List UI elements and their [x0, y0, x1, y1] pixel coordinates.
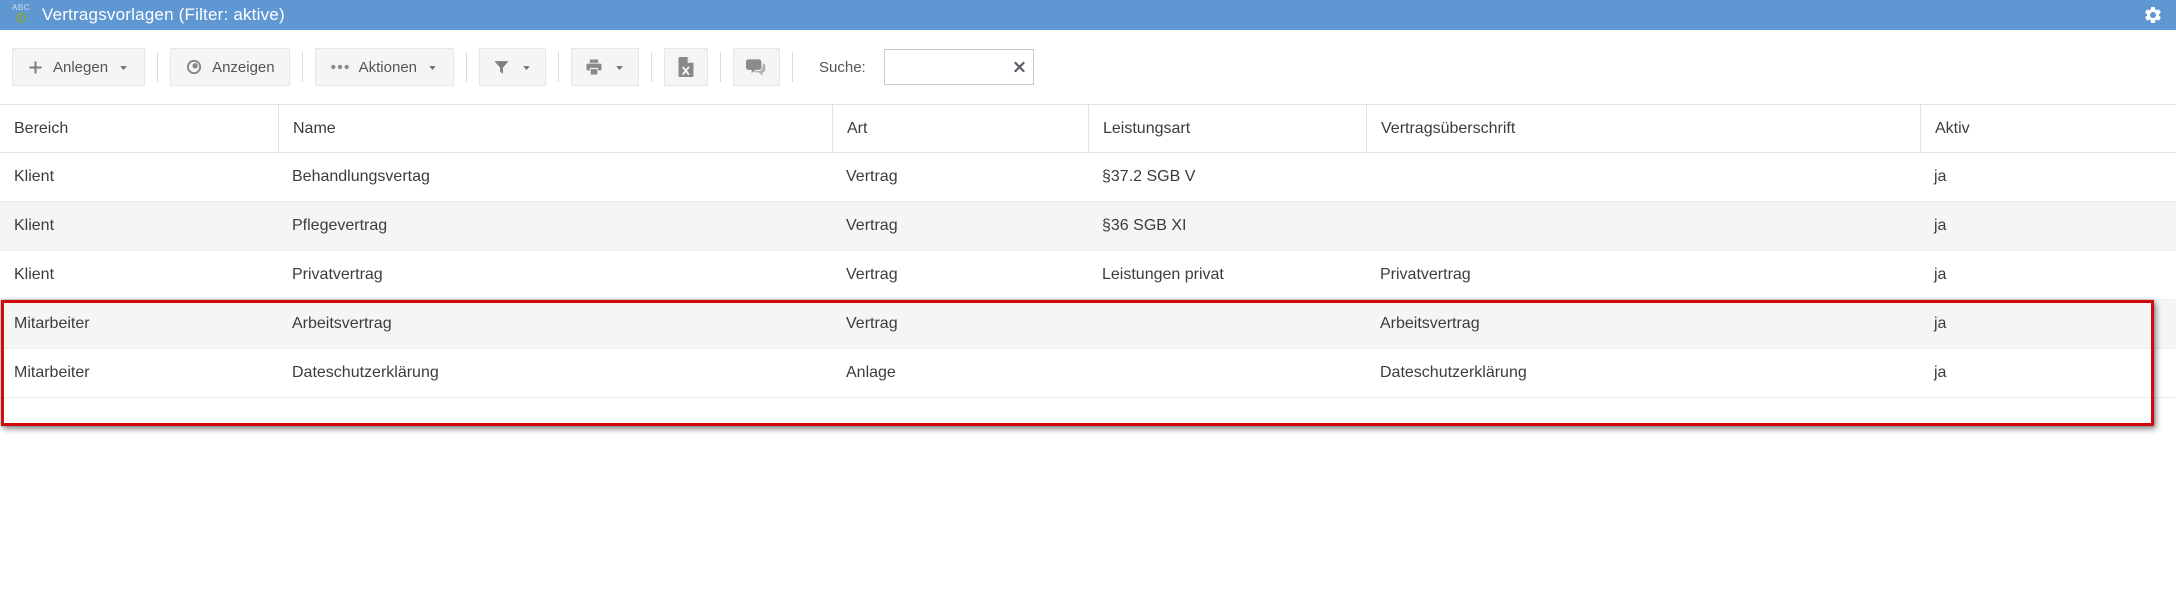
toolbar: Anlegen Anzeigen Aktionen Suche: — [0, 30, 2176, 104]
cell-art: Vertrag — [846, 217, 898, 234]
anzeigen-button[interactable]: Anzeigen — [170, 48, 290, 86]
table-row[interactable]: Klient Pflegevertrag Vertrag §36 SGB XI … — [0, 202, 2176, 251]
table-row[interactable]: Mitarbeiter Arbeitsvertrag Vertrag Arbei… — [0, 300, 2176, 349]
column-header-leistungsart[interactable]: Leistungsart — [1088, 105, 1366, 152]
column-header-vertragsueberschrift[interactable]: Vertragsüberschrift — [1366, 105, 1920, 152]
toolbar-divider — [792, 52, 793, 82]
cell-vertragsueberschrift — [1366, 202, 1920, 250]
filter-funnel-icon — [492, 58, 511, 77]
toolbar-divider — [558, 52, 559, 82]
cell-bereich: Klient — [14, 217, 55, 234]
toolbar-divider — [157, 52, 159, 82]
cell-aktiv: ja — [1934, 217, 1947, 234]
cell-leistungsart: §37.2 SGB V — [1102, 168, 1196, 185]
title-bar: ABC ⚙ Vertragsvorlagen (Filter: aktive) — [0, 0, 2176, 30]
column-header-name[interactable]: Name — [278, 105, 832, 152]
anlegen-button[interactable]: Anlegen — [12, 48, 146, 86]
print-button[interactable] — [571, 48, 639, 86]
cell-name: Arbeitsvertrag — [292, 315, 392, 332]
chevron-down-icon — [520, 61, 533, 74]
cell-aktiv: ja — [1934, 315, 1947, 332]
cell-art: Anlage — [846, 364, 896, 381]
excel-file-icon — [677, 57, 695, 77]
aktionen-label: Aktionen — [358, 58, 417, 76]
cell-aktiv: ja — [1934, 364, 1947, 381]
settings-gear-icon[interactable] — [2142, 4, 2164, 26]
eye-icon — [185, 58, 203, 76]
column-header-bereich[interactable]: Bereich — [0, 105, 278, 152]
table-header: Bereich Name Art Leistungsart Vertragsüb… — [0, 104, 2176, 153]
toolbar-divider — [301, 52, 303, 82]
cell-bereich: Mitarbeiter — [14, 364, 90, 381]
cell-leistungsart: §36 SGB XI — [1102, 217, 1187, 234]
cell-bereich: Klient — [14, 266, 55, 283]
cell-bereich: Klient — [14, 168, 55, 185]
filter-button[interactable] — [479, 48, 546, 86]
table-row[interactable]: Klient Privatvertrag Vertrag Leistungen … — [0, 251, 2176, 300]
chat-bubbles-icon — [746, 58, 767, 77]
page-title: Vertragsvorlagen (Filter: aktive) — [42, 5, 285, 24]
abc-gear-app-icon: ABC ⚙ — [8, 2, 34, 28]
app-icon-gear: ⚙ — [14, 10, 28, 27]
chevron-down-icon — [613, 61, 626, 74]
cell-vertragsueberschrift: Dateschutzerklärung — [1380, 364, 1527, 381]
printer-icon — [584, 57, 604, 77]
search-area: Suche: — [819, 49, 1034, 85]
cell-name: Pflegevertrag — [292, 217, 388, 234]
clear-search-icon[interactable] — [1012, 60, 1027, 75]
anzeigen-label: Anzeigen — [212, 58, 275, 76]
cell-aktiv: ja — [1934, 168, 1947, 185]
cell-art: Vertrag — [846, 266, 898, 283]
column-header-art[interactable]: Art — [832, 105, 1088, 152]
table-row[interactable]: Klient Behandlungsvertag Vertrag §37.2 S… — [0, 153, 2176, 202]
chevron-down-icon — [117, 61, 130, 74]
vertragsvorlagen-window: ABC ⚙ Vertragsvorlagen (Filter: aktive) … — [0, 0, 2176, 601]
cell-art: Vertrag — [846, 168, 898, 185]
comments-button[interactable] — [733, 48, 780, 86]
cell-leistungsart — [1088, 300, 1366, 348]
toolbar-divider — [651, 52, 652, 82]
anlegen-label: Anlegen — [53, 58, 109, 76]
toolbar-divider — [720, 52, 721, 82]
cell-name: Dateschutzerklärung — [292, 364, 439, 381]
search-box — [883, 49, 1034, 85]
column-header-aktiv[interactable]: Aktiv — [1920, 105, 2176, 152]
cell-leistungsart — [1088, 349, 1366, 397]
cell-aktiv: ja — [1934, 266, 1947, 283]
ellipsis-icon — [330, 61, 350, 73]
cell-name: Behandlungsvertag — [292, 168, 430, 185]
cell-name: Privatvertrag — [292, 266, 383, 283]
excel-export-button[interactable] — [664, 48, 708, 86]
table-row[interactable]: Mitarbeiter Dateschutzerklärung Anlage D… — [0, 349, 2176, 398]
cell-art: Vertrag — [846, 315, 898, 332]
toolbar-divider — [466, 52, 467, 82]
aktionen-button[interactable]: Aktionen — [314, 48, 454, 86]
plus-icon — [27, 59, 44, 76]
chevron-down-icon — [426, 61, 439, 74]
cell-vertragsueberschrift: Arbeitsvertrag — [1380, 315, 1480, 332]
cell-vertragsueberschrift — [1366, 153, 1920, 201]
cell-bereich: Mitarbeiter — [14, 315, 90, 332]
cell-vertragsueberschrift: Privatvertrag — [1380, 266, 1471, 283]
search-label: Suche: — [819, 58, 866, 76]
cell-leistungsart: Leistungen privat — [1102, 266, 1224, 283]
